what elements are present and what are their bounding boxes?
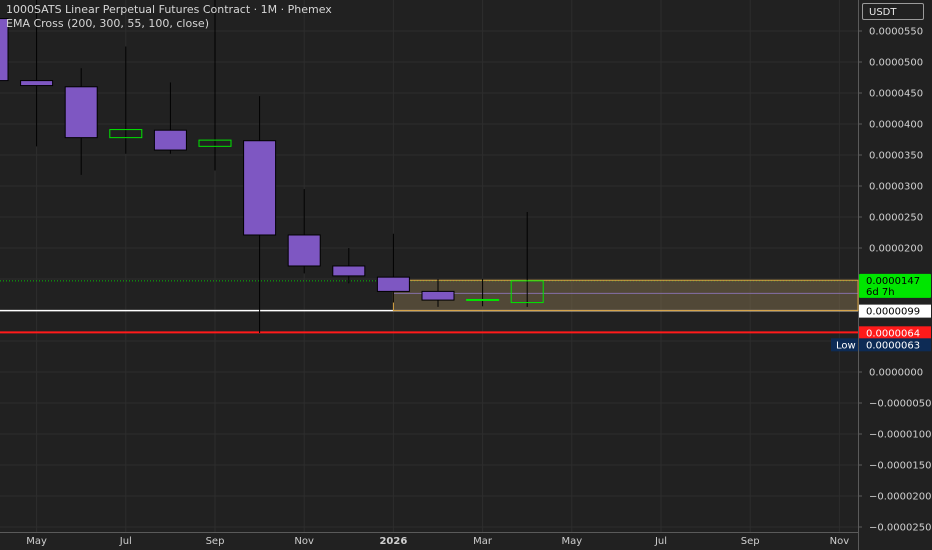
time-tick-label: Jul <box>654 536 667 547</box>
price-tick-label: −0.0000150 <box>869 461 931 472</box>
white-level-label: 0.0000099 <box>866 307 920 318</box>
candle-body-bearish[interactable] <box>64 86 98 139</box>
time-tick-label: Nov <box>830 536 850 547</box>
time-tick-label: 2026 <box>379 536 407 547</box>
price-tick-label: −0.0000050 <box>869 399 931 410</box>
candle-body-bearish[interactable] <box>153 129 187 151</box>
price-tick-label: −0.0000100 <box>869 430 931 441</box>
plot-area[interactable] <box>0 0 858 532</box>
current-price-label: 0.0000147 <box>866 276 920 287</box>
currency-button[interactable]: USDT <box>862 3 924 20</box>
price-tick-label: 0.0000200 <box>869 244 923 255</box>
red-level-label: 0.0000064 <box>866 328 920 339</box>
time-tick-label: May <box>26 536 47 547</box>
candle-body-bearish[interactable] <box>332 265 366 277</box>
candle-body-bearish[interactable] <box>0 18 9 82</box>
price-chart[interactable]: 0.0000550 0.0000500 0.0000450 0.0000400 0.00… <box>0 0 932 550</box>
time-tick-label: Jul <box>119 536 132 547</box>
candle-body-bearish[interactable] <box>243 140 277 236</box>
price-tick-label: 0.0000300 <box>869 182 923 193</box>
bar-countdown-label: 6d 7h <box>866 287 895 298</box>
price-tick-label: −0.0000200 <box>869 492 931 503</box>
price-tick-label: 0.0000350 <box>869 151 923 162</box>
price-tick-label: 0.0000400 <box>869 120 923 131</box>
price-tick-label: 0.0000500 <box>869 58 923 69</box>
low-tag-label: Low <box>836 340 856 351</box>
price-tick-label: 0.0000550 <box>869 27 923 38</box>
time-tick-label: May <box>561 536 582 547</box>
demand-zone[interactable] <box>392 279 859 312</box>
time-tick-label: Mar <box>473 536 493 547</box>
price-tick-label: 0.0000000 <box>869 368 923 379</box>
candle-body-bearish[interactable] <box>20 80 54 87</box>
time-tick-label: Sep <box>741 536 760 547</box>
time-tick-label: Nov <box>294 536 314 547</box>
time-tick-label: Sep <box>206 536 225 547</box>
price-tick-label: 0.0000450 <box>869 89 923 100</box>
candle-body-bearish[interactable] <box>287 234 321 267</box>
candle-body-bearish[interactable] <box>421 290 455 301</box>
price-tick-label: 0.0000250 <box>869 213 923 224</box>
candle-body-bearish[interactable] <box>376 276 410 292</box>
candle-body-bullish[interactable] <box>466 298 500 301</box>
low-value-label: 0.0000063 <box>866 340 920 351</box>
price-tick-label: −0.0000250 <box>869 523 931 534</box>
